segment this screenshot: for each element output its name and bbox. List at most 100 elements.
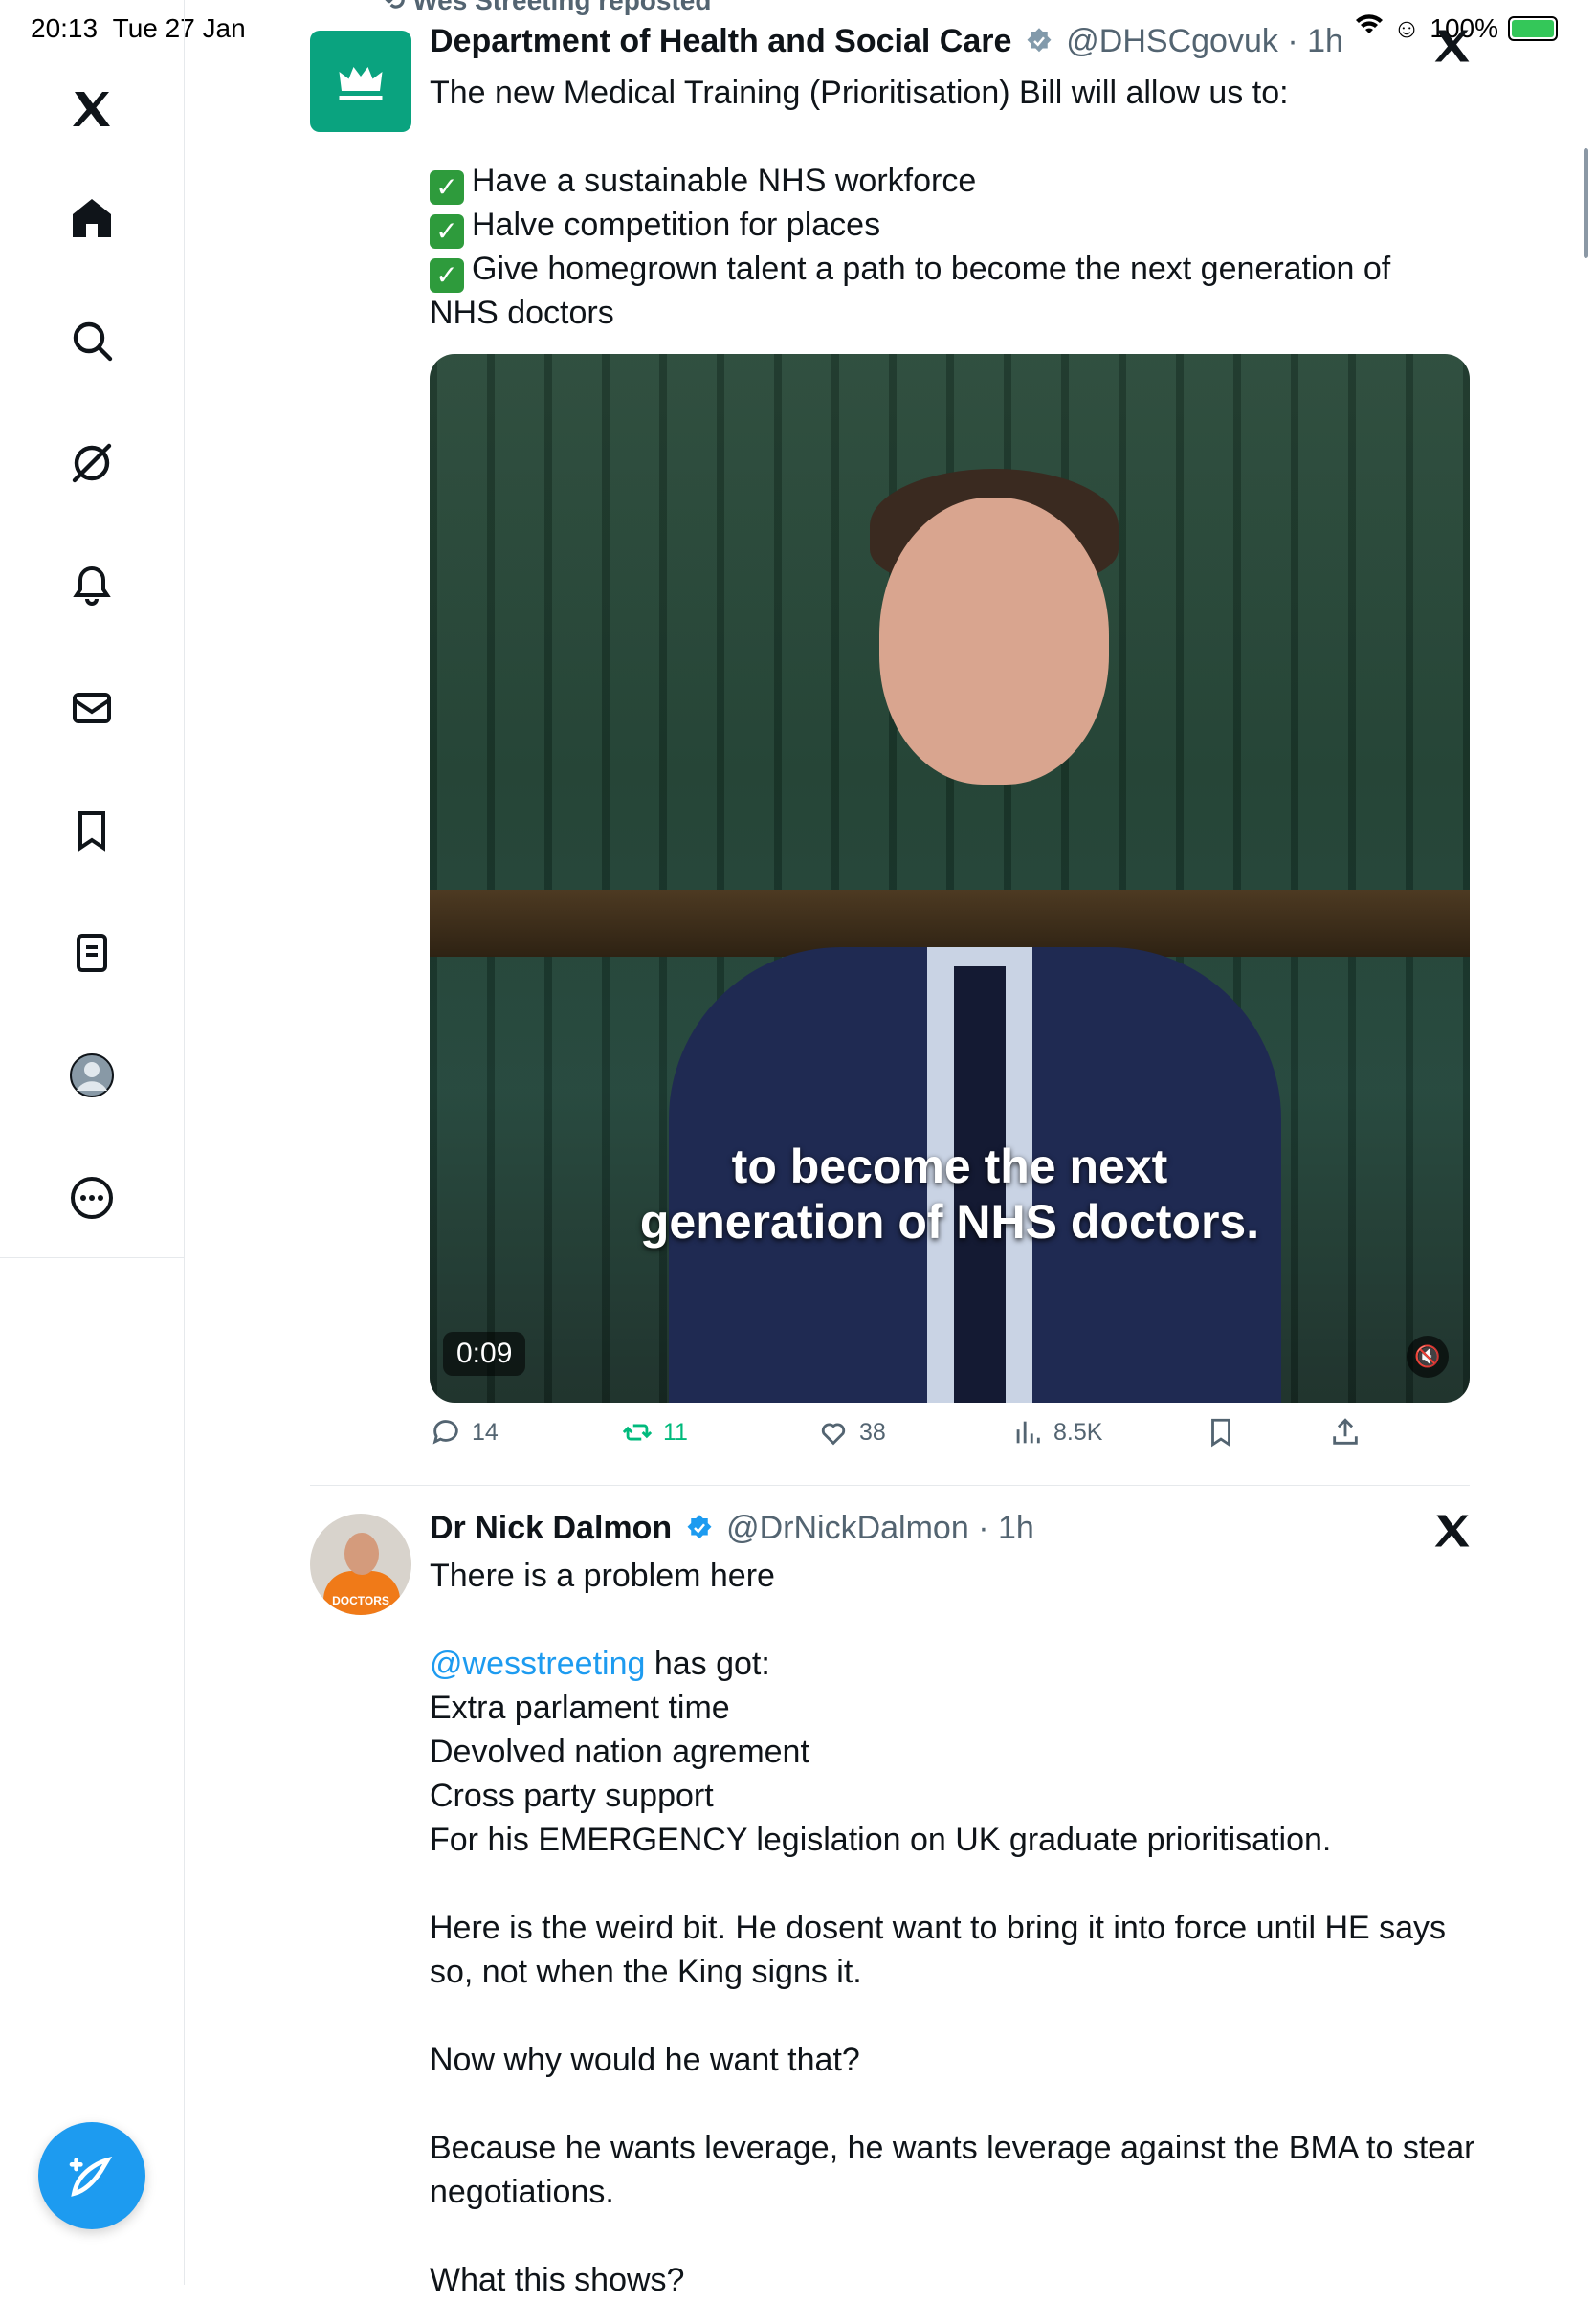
x-logo-icon — [73, 92, 110, 126]
compose-feather-icon — [69, 2157, 113, 2197]
reply-icon — [432, 1420, 458, 1445]
verified-icon — [687, 1515, 712, 1539]
post2-para5: What this shows? — [430, 2262, 685, 2298]
nav-bookmarks[interactable] — [54, 792, 130, 869]
profile-avatar-icon — [70, 1053, 114, 1097]
post2-mention-line: @wesstreeting has got: — [430, 1642, 770, 1686]
post1-bullet-3: ✓ Give homegrown talent a path to become … — [430, 247, 1390, 293]
like-button[interactable]: 38 — [817, 1416, 886, 1449]
reply-button[interactable]: 14 — [430, 1416, 499, 1449]
avatar-body — [323, 1571, 400, 1615]
heart-icon — [821, 1423, 846, 1446]
nav-search[interactable] — [54, 302, 130, 379]
reply-count: 14 — [472, 1418, 499, 1446]
x-logo-button[interactable] — [54, 71, 130, 147]
post1-x-icon[interactable] — [1431, 25, 1474, 67]
repost-count: 11 — [663, 1418, 688, 1446]
video-timestamp: 0:09 — [443, 1332, 526, 1376]
bookmark-button[interactable] — [1205, 1416, 1237, 1449]
post2-para2-line2: so, not when the King signs it. — [430, 1954, 862, 1990]
video-caption-line2: generation of NHS doctors. — [639, 1195, 1260, 1249]
grok-icon — [72, 443, 112, 483]
post1-actions: 14 11 38 8.5K — [430, 1416, 1386, 1464]
post2-list-1: Extra parlament time — [430, 1690, 730, 1726]
bullet-text: Halve competition for places — [472, 207, 881, 243]
post1-time[interactable]: 1h — [1307, 23, 1343, 59]
scrollbar-thumb[interactable] — [1584, 148, 1588, 258]
video-caption-line1: to become the next — [731, 1140, 1168, 1193]
list-icon — [77, 934, 107, 972]
avatar-head — [344, 1533, 379, 1575]
post1-bullet-3-tail: NHS doctors — [430, 295, 614, 331]
share-button[interactable] — [1329, 1416, 1362, 1449]
like-count: 38 — [859, 1418, 886, 1446]
post1-bullet-1: ✓ Have a sustainable NHS workforce — [430, 159, 976, 205]
post2-line1: There is a problem here — [430, 1558, 775, 1594]
repost-icon — [622, 1424, 653, 1441]
post2-para3: Now why would he want that? — [430, 2042, 860, 2078]
wifi-icon — [1355, 13, 1384, 44]
post1-author-name[interactable]: Department of Health and Social Care — [430, 23, 1011, 59]
nav-grok[interactable] — [54, 425, 130, 501]
nav-more[interactable] — [54, 1160, 130, 1236]
bullet-text: Give homegrown talent a path to become t… — [472, 251, 1391, 287]
video-caption: to become the next generation of NHS doc… — [430, 1139, 1470, 1250]
post1-handle[interactable]: @DHSCgovuk — [1066, 23, 1278, 59]
bookmark-icon — [1211, 1418, 1230, 1448]
nav-lists[interactable] — [54, 915, 130, 991]
compose-post-button[interactable] — [38, 2122, 145, 2229]
left-nav — [0, 0, 185, 2285]
post2-list-4: For his EMERGENCY legislation on UK grad… — [430, 1822, 1332, 1858]
views-icon — [1016, 1421, 1040, 1444]
post1-dot: · — [1287, 23, 1298, 59]
bullet-text: Have a sustainable NHS workforce — [472, 163, 977, 199]
check-icon: ✓ — [430, 170, 464, 205]
nav-profile[interactable] — [54, 1037, 130, 1114]
post2-dot: · — [978, 1510, 989, 1546]
check-icon: ✓ — [430, 214, 464, 249]
post2-handle[interactable]: @DrNickDalmon — [726, 1510, 969, 1546]
post1-text-line1: The new Medical Training (Prioritisation… — [430, 75, 1289, 111]
bell-icon — [73, 565, 111, 606]
more-icon — [71, 1177, 113, 1219]
crown-logo-icon — [339, 67, 383, 100]
video-speaker-head — [879, 498, 1109, 785]
focus-icon: ☺ — [1392, 13, 1421, 43]
nick-avatar[interactable]: DOCTORS — [310, 1514, 411, 1615]
repost-indicator[interactable]: ⟲ Wes Streeting reposted — [383, 0, 711, 16]
post2-x-icon[interactable] — [1431, 1510, 1474, 1552]
views-button[interactable]: 8.5K — [1011, 1416, 1102, 1449]
rail-divider — [0, 1257, 184, 1258]
repost-button[interactable]: 11 — [621, 1416, 688, 1449]
share-icon — [1333, 1418, 1358, 1445]
repost-label: Wes Streeting reposted — [412, 0, 712, 15]
nav-notifications[interactable] — [54, 547, 130, 624]
post2-header: Dr Nick Dalmon @DrNickDalmon · 1h — [430, 1510, 1034, 1547]
post2-author-name[interactable]: Dr Nick Dalmon — [430, 1510, 672, 1546]
check-icon: ✓ — [430, 258, 464, 293]
post1-bullet-2: ✓ Halve competition for places — [430, 203, 880, 249]
home-icon — [73, 199, 111, 237]
post2-para2-line1: Here is the weird bit. He dosent want to… — [430, 1910, 1447, 1946]
post2-para4-line2: negotiations. — [430, 2174, 614, 2210]
post2-list-2: Devolved nation agrement — [430, 1734, 809, 1770]
mention-link[interactable]: @wesstreeting — [430, 1646, 645, 1682]
search-icon — [73, 321, 113, 362]
post2-list-3: Cross party support — [430, 1778, 714, 1814]
views-count: 8.5K — [1053, 1418, 1103, 1446]
post-divider — [310, 1485, 1470, 1486]
post1-video[interactable]: to become the next generation of NHS doc… — [430, 354, 1470, 1403]
repost-small-icon: ⟲ — [383, 0, 406, 15]
battery-icon — [1508, 16, 1558, 41]
avatar-tag: DOCTORS — [332, 1594, 389, 1607]
mute-icon[interactable]: 🔇 — [1407, 1336, 1449, 1378]
post2-time[interactable]: 1h — [998, 1510, 1034, 1546]
nav-messages[interactable] — [54, 670, 130, 746]
dhsc-avatar[interactable] — [310, 31, 411, 132]
nav-home[interactable] — [54, 180, 130, 256]
post1-header: Department of Health and Social Care @DH… — [430, 23, 1343, 60]
post2-para4-line1: Because he wants leverage, he wants leve… — [430, 2130, 1475, 2166]
gov-verified-icon — [1027, 28, 1052, 53]
mention-tail: has got: — [645, 1646, 770, 1682]
mail-icon — [73, 693, 111, 723]
